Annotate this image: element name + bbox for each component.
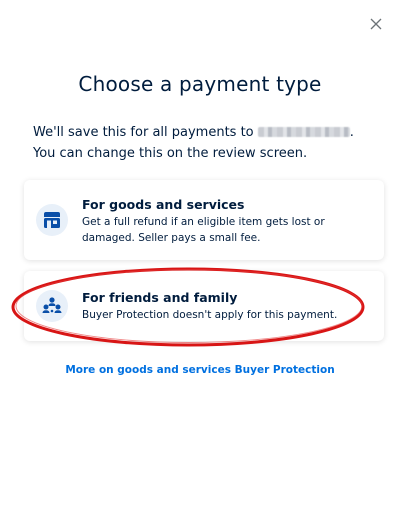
- option-goods-and-services[interactable]: For goods and services Get a full refund…: [24, 180, 384, 260]
- close-icon: [370, 18, 382, 30]
- option-title: For friends and family: [82, 290, 238, 305]
- storefront-icon: [36, 204, 68, 236]
- dialog-title: Choose a payment type: [78, 72, 322, 96]
- close-button[interactable]: [366, 14, 386, 34]
- payment-type-dialog: Choose a payment type We'll save this fo…: [0, 0, 400, 511]
- dialog-subtitle: We'll save this for all payments to . Yo…: [33, 122, 373, 164]
- redacted-recipient: [257, 127, 350, 137]
- people-icon: [36, 290, 68, 322]
- option-description: Get a full refund if an eligible item ge…: [82, 216, 325, 244]
- option-title: For goods and services: [82, 197, 245, 212]
- buyer-protection-link[interactable]: More on goods and services Buyer Protect…: [0, 364, 400, 376]
- option-description: Buyer Protection doesn't apply for this …: [82, 309, 338, 321]
- subtitle-text-start: We'll save this for all payments to: [33, 125, 258, 140]
- option-friends-and-family[interactable]: For friends and family Buyer Protection …: [24, 271, 384, 341]
